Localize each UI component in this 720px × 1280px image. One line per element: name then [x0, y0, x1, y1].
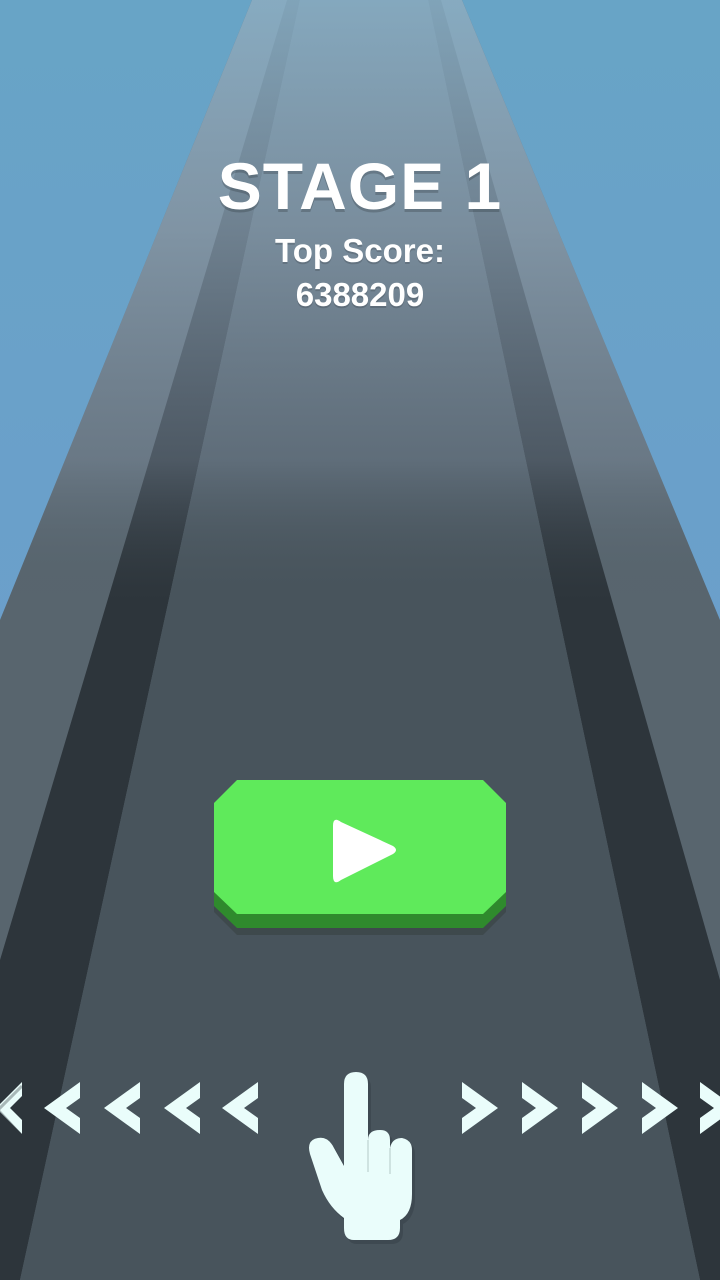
chevron-left-icon: [164, 1082, 200, 1134]
chevron-right-icon: [462, 1082, 498, 1134]
top-score-value: 6388209: [295, 276, 425, 313]
stage-title: STAGE 1: [217, 149, 503, 223]
chevron-left-icon: [104, 1082, 140, 1134]
top-score-label: Top Score:: [275, 232, 445, 269]
chevron-right-icon: [700, 1082, 720, 1134]
chevron-left-icon: [0, 1082, 24, 1138]
chevron-right-icon: [582, 1082, 618, 1134]
chevron-right-icon: [642, 1082, 678, 1134]
pointing-hand-icon: [309, 1072, 415, 1244]
chevron-left-icon: [222, 1082, 258, 1134]
chevron-right-icon: [522, 1082, 558, 1134]
play-button[interactable]: [213, 780, 507, 940]
chevron-left-icon: [44, 1082, 80, 1134]
